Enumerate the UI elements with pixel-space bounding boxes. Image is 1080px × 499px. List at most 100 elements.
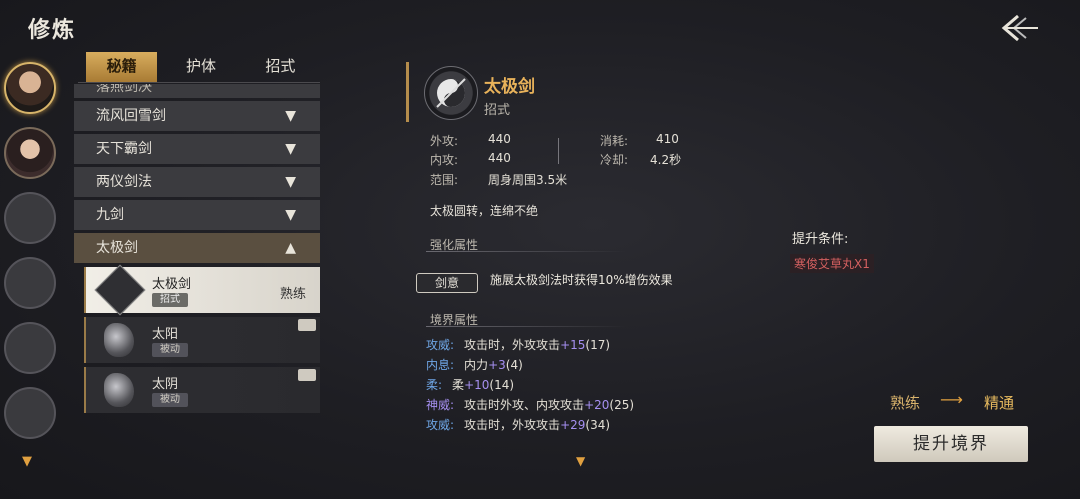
attr-text: 攻击时，外攻攻击 [464,418,561,432]
tab-protection[interactable]: 护体 [161,52,240,82]
category-item[interactable]: 流风回雪剑 ▼ [74,101,320,131]
chevron-down-icon: ▼ [285,174,296,190]
enhance-effect: 施展太极剑法时获得10%增伤效果 [490,273,673,287]
stat-label: 内攻: [430,153,459,167]
attr-base: (25) [609,398,635,412]
attr-text: 内力 [464,358,489,372]
avatar-character-2[interactable] [4,127,56,179]
arrow-right-icon: ⟶ [940,390,963,409]
stat-label: 消耗: [600,134,629,148]
attr-base: (14) [489,378,515,392]
tab-moves[interactable]: 招式 [241,52,320,82]
avatar-slot-empty[interactable] [4,322,56,374]
category-label: 两仪剑法 [96,174,152,190]
attr-key: 内息: [426,358,455,372]
skill-type: 招式 [484,103,511,118]
attr-base: (4) [505,358,523,372]
upgrade-realm-button[interactable]: 提升境界 [874,426,1028,462]
category-label: 流风回雪剑 [96,108,166,124]
character-list [4,62,56,452]
stat-value: 4.2秒 [650,153,682,167]
sword-intent-badge: 剑意 [416,273,478,293]
attr-key: 神威: [426,398,455,412]
accent-divider [406,62,409,122]
divider [558,138,559,164]
category-item[interactable]: 两仪剑法 ▼ [74,167,320,197]
stat-label: 冷却: [600,153,629,167]
scroll-down-icon[interactable]: ▼ [576,454,585,468]
sun-skill-icon [104,323,134,357]
attr-plus: +10 [464,378,490,392]
upgrade-condition-title: 提升条件: [792,232,849,247]
book-icon [298,369,316,381]
attr-key: 攻威: [426,338,455,352]
realm-attr-row: 攻威: 攻击时，外攻攻击+29(34) [426,416,726,436]
avatar-slot-empty[interactable] [4,257,56,309]
stat-value: 410 [656,132,679,146]
category-label: 九剑 [96,207,124,223]
tab-secret-books[interactable]: 秘籍 [86,52,158,82]
divider [426,251,626,252]
divider [426,326,626,327]
skill-level: 熟练 [279,287,306,302]
attr-plus: +15 [560,338,586,352]
attr-base: (34) [585,418,611,432]
skill-tag: 招式 [152,293,188,307]
category-item[interactable]: 九剑 ▼ [74,200,320,230]
taiji-sword-icon [94,264,146,316]
moon-skill-icon [104,373,134,407]
realm-attr-row: 神威: 攻击时外攻、内攻攻击+20(25) [426,396,726,416]
stat-value: 440 [488,132,511,146]
required-item[interactable]: 寒俊艾草丸X1 [790,254,874,273]
skill-item[interactable]: 太阳 被动 [84,317,320,363]
attr-plus: +3 [488,358,506,372]
category-item[interactable]: 落燕剑决 [74,84,320,98]
skill-name: 太阴 [152,377,179,392]
chevron-down-icon[interactable]: ▼ [22,454,32,469]
avatar-slot-empty[interactable] [4,192,56,244]
stat-label: 外攻: [430,134,459,148]
chevron-down-icon: ▼ [285,207,296,223]
category-label: 天下霸剑 [96,141,152,157]
avatar-slot-empty[interactable] [4,387,56,439]
attr-key: 攻威: [426,418,455,432]
attr-text: 攻击时，外攻攻击 [464,338,561,352]
stat-value: 周身周围3.5米 [488,173,568,187]
current-realm: 熟练 [890,394,921,412]
skill-title: 太极剑 [484,77,535,97]
attr-plus: +20 [584,398,610,412]
category-label: 太极剑 [96,240,138,256]
realm-attribute-list: 攻威: 攻击时，外攻攻击+15(17) 内息: 内力+3(4) 柔: 柔+10(14)… [426,336,726,448]
skill-description: 太极圆转，连绵不绝 [430,204,539,218]
skill-item-selected[interactable]: 太极剑 招式 熟练 [84,264,320,316]
chevron-down-icon: ▼ [285,108,296,124]
skill-name: 太阳 [152,327,179,342]
book-icon [298,319,316,331]
stat-value: 440 [488,151,511,165]
attr-text: 攻击时外攻、内攻攻击 [464,398,585,412]
page-title: 修炼 [28,18,77,43]
realm-attr-row: 内息: 内力+3(4) [426,356,726,376]
chevron-up-icon: ▲ [285,240,296,256]
attr-plus: +29 [560,418,586,432]
category-item-open[interactable]: 太极剑 ▲ [74,233,320,263]
stat-label: 范围: [430,173,459,187]
skill-tag: 被动 [152,393,188,407]
avatar-character-1[interactable] [4,62,56,114]
category-item[interactable]: 天下霸剑 ▼ [74,134,320,164]
attr-base: (17) [585,338,611,352]
skill-category-list: 落燕剑决 流风回雪剑 ▼ 天下霸剑 ▼ 两仪剑法 ▼ 九剑 ▼ 太极剑 ▲ 太极剑 招式 … [74,84,320,414]
taiji-sword-icon [424,66,478,120]
tab-bar: 秘籍 护体 招式 [78,52,320,83]
next-realm: 精通 [984,394,1015,412]
skill-name: 太极剑 [152,277,192,292]
skill-item[interactable]: 太阴 被动 [84,367,320,413]
attr-text: 柔 [452,378,465,392]
chevron-down-icon: ▼ [285,141,296,157]
realm-attr-row: 攻威: 攻击时，外攻攻击+15(17) [426,336,726,356]
attr-key: 柔: [426,378,443,392]
category-label: 落燕剑决 [96,84,152,95]
realm-attr-row: 柔: 柔+10(14) [426,376,726,396]
skill-tag: 被动 [152,343,188,357]
back-arrow-icon[interactable] [996,12,1040,44]
